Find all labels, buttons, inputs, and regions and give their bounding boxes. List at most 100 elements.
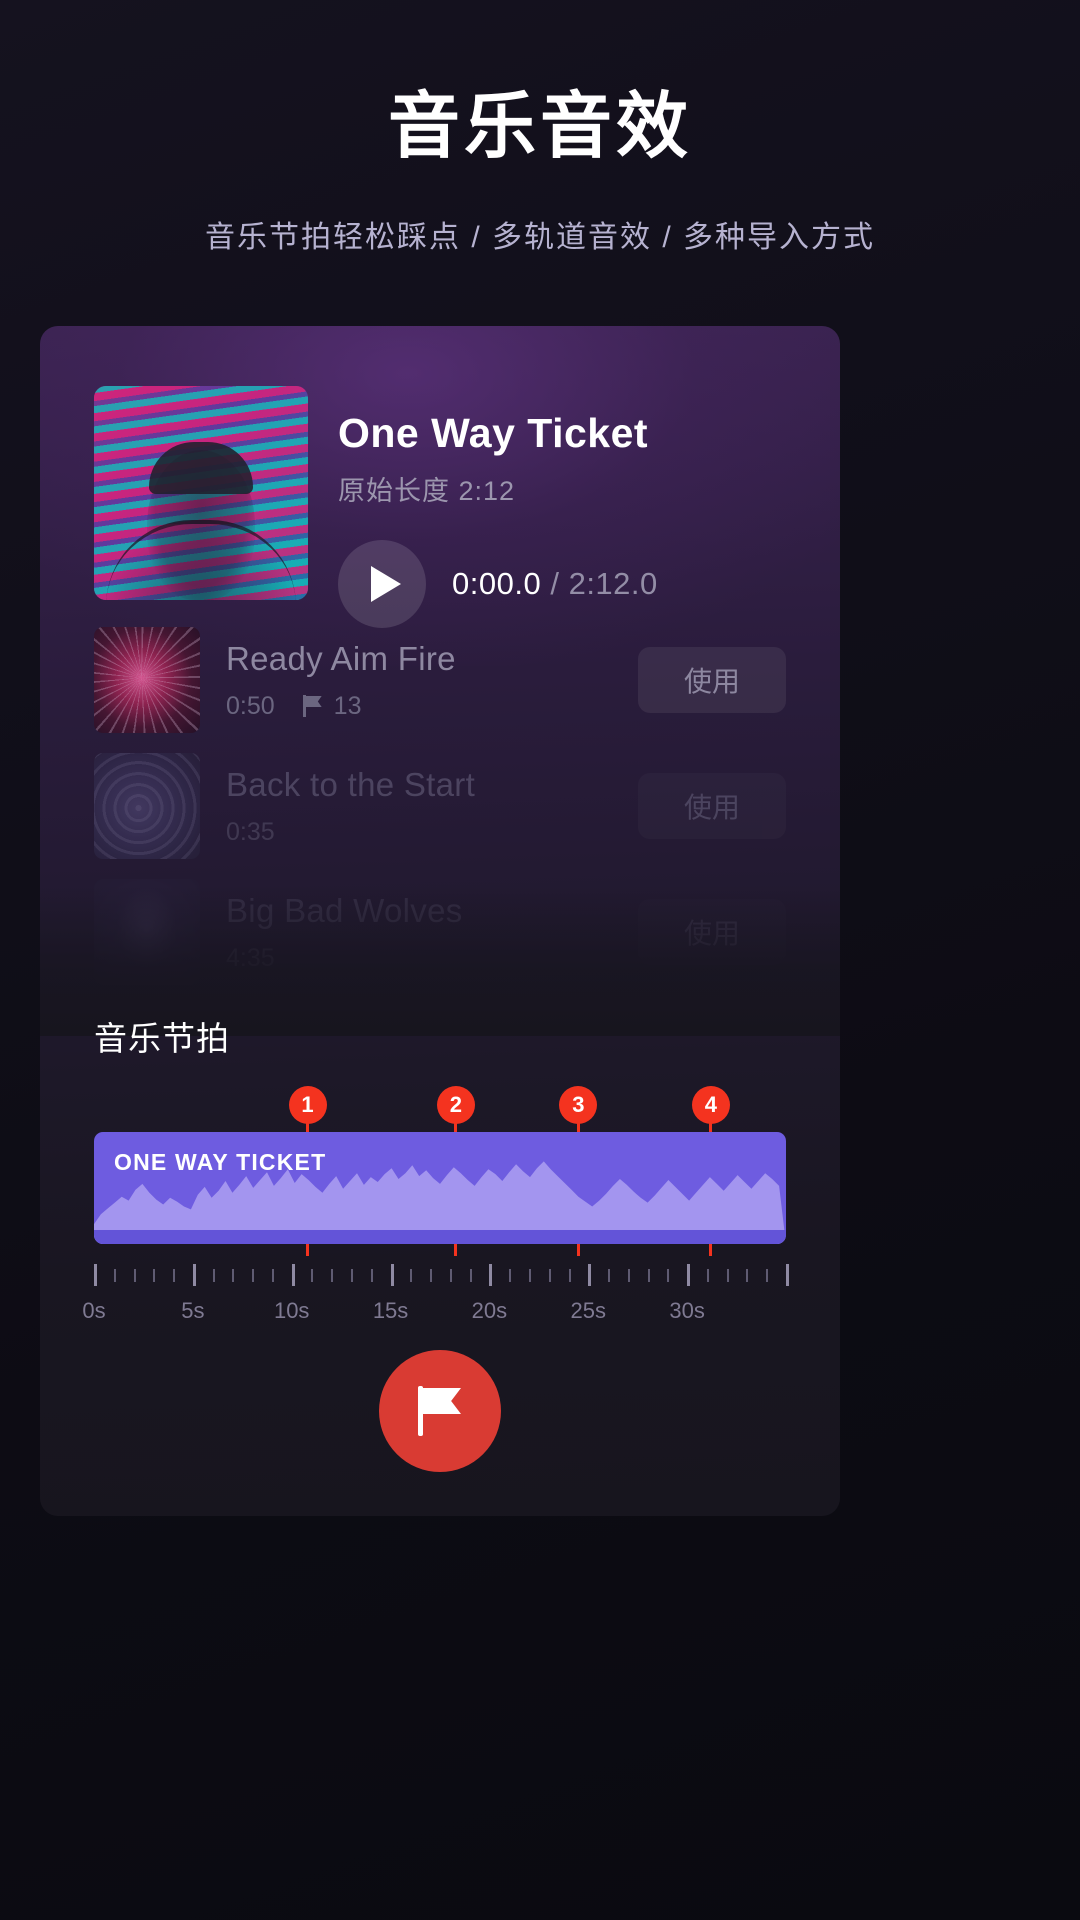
track-meta: 4:35 bbox=[226, 944, 638, 973]
add-beat-button[interactable] bbox=[379, 1350, 501, 1472]
total-time: 2:12.0 bbox=[568, 566, 658, 601]
beat-marker[interactable]: 2 bbox=[436, 1086, 475, 1256]
now-playing-length: 原始长度 2:12 bbox=[338, 476, 516, 506]
ruler-tick bbox=[667, 1269, 670, 1282]
flag-icon bbox=[302, 695, 323, 717]
app-root: 音乐音效 音乐节拍轻松踩点 / 多轨道音效 / 多种导入方式 One Way T… bbox=[0, 0, 1080, 1920]
ruler-tick bbox=[469, 1269, 472, 1282]
ruler-tick bbox=[568, 1269, 571, 1282]
flag-icon bbox=[418, 1386, 462, 1436]
now-playing-meta: One Way Ticket 原始长度 2:12 0:00.0 / 2:12.0 bbox=[338, 386, 658, 628]
ruler-label: 30s bbox=[669, 1298, 705, 1323]
track-duration: 0:50 bbox=[226, 691, 275, 720]
beat-marker[interactable]: 1 bbox=[288, 1086, 327, 1256]
player-controls: 0:00.0 / 2:12.0 bbox=[338, 540, 658, 628]
now-playing-title: One Way Ticket bbox=[338, 410, 649, 456]
track-name: Big Bad Wolves bbox=[226, 891, 463, 929]
track-beat-count: 13 bbox=[333, 691, 362, 720]
ruler-tick bbox=[133, 1269, 136, 1282]
ruler-tick bbox=[706, 1269, 709, 1282]
ruler-tick bbox=[252, 1269, 255, 1282]
ruler-label: 20s bbox=[471, 1298, 508, 1323]
waveform-label: ONE WAY TICKET bbox=[114, 1149, 327, 1175]
beat-editor: 1 2 3 4 ONE WAY TICKET 0s 5s 10s 15s 20s 25s 30s bbox=[82, 1086, 789, 1334]
beats-section-heading: 音乐节拍 bbox=[94, 1020, 230, 1057]
ruler-tick bbox=[647, 1269, 650, 1282]
play-icon bbox=[370, 566, 401, 602]
track-info: Big Bad Wolves 4:35 bbox=[226, 892, 638, 973]
ruler-tick bbox=[608, 1269, 611, 1282]
ruler-tick bbox=[192, 1264, 196, 1286]
ruler-tick bbox=[786, 1264, 789, 1286]
ruler-tick bbox=[232, 1269, 235, 1282]
track-meta: 0:35 bbox=[226, 818, 638, 847]
play-button[interactable] bbox=[338, 540, 426, 628]
ruler-tick bbox=[311, 1269, 314, 1282]
ruler-label: 15s bbox=[372, 1298, 409, 1323]
ruler-tick bbox=[430, 1269, 433, 1282]
ruler-tick bbox=[331, 1269, 334, 1282]
track-thumbnail bbox=[94, 753, 200, 859]
ruler-label: 0s bbox=[82, 1298, 106, 1323]
track-name: Back to the Start bbox=[226, 765, 476, 803]
use-track-button[interactable]: 使用 bbox=[638, 647, 786, 713]
ruler-tick bbox=[509, 1269, 512, 1282]
beat-marker[interactable]: 3 bbox=[559, 1086, 598, 1256]
time-separator: / bbox=[550, 566, 560, 601]
ruler-tick bbox=[687, 1264, 691, 1286]
beat-marker-label: 2 bbox=[436, 1086, 475, 1124]
track-meta: 0:50 13 bbox=[226, 692, 638, 721]
ruler-tick bbox=[528, 1269, 531, 1282]
waveform-baseline bbox=[94, 1230, 786, 1244]
ruler-tick bbox=[113, 1269, 116, 1282]
track-duration: 0:35 bbox=[226, 817, 275, 846]
ruler-tick bbox=[212, 1269, 215, 1282]
track-row[interactable]: Big Bad Wolves 4:35 使用 bbox=[94, 878, 786, 986]
ruler-tick bbox=[351, 1269, 354, 1282]
ruler-tick bbox=[449, 1269, 452, 1282]
current-time: 0:00.0 bbox=[452, 566, 542, 601]
ruler-label: 10s bbox=[273, 1298, 310, 1323]
beat-marker-label: 3 bbox=[559, 1086, 598, 1124]
ruler-label: 25s bbox=[570, 1298, 607, 1323]
page-subtitle: 音乐节拍轻松踩点 / 多轨道音效 / 多种导入方式 bbox=[204, 221, 875, 254]
ruler-tick bbox=[94, 1264, 97, 1286]
track-name: Ready Aim Fire bbox=[226, 639, 456, 677]
now-playing-header: One Way Ticket 原始长度 2:12 0:00.0 / 2:12.0 bbox=[94, 386, 658, 628]
track-info: Back to the Start 0:35 bbox=[226, 766, 638, 847]
use-track-button[interactable]: 使用 bbox=[638, 899, 786, 965]
time-ruler: 0s 5s 10s 15s 20s 25s 30s bbox=[82, 1264, 789, 1334]
page-title: 音乐音效 bbox=[387, 87, 692, 167]
beat-marker[interactable]: 4 bbox=[691, 1086, 730, 1256]
beat-marker-layer: 1 2 3 4 bbox=[94, 1086, 786, 1256]
track-row[interactable]: Ready Aim Fire 0:50 13 使用 bbox=[94, 626, 786, 734]
ruler-tick bbox=[271, 1269, 274, 1282]
ruler-tick bbox=[746, 1269, 749, 1282]
album-art-now-playing bbox=[94, 386, 308, 600]
ruler-tick bbox=[370, 1269, 373, 1282]
ruler-tick bbox=[766, 1269, 769, 1282]
ruler-tick bbox=[548, 1269, 551, 1282]
ruler-tick bbox=[390, 1264, 394, 1286]
beat-marker-label: 1 bbox=[288, 1086, 327, 1124]
playback-time: 0:00.0 / 2:12.0 bbox=[452, 566, 658, 602]
ruler-tick bbox=[588, 1264, 592, 1286]
use-track-button[interactable]: 使用 bbox=[638, 773, 786, 839]
track-thumbnail bbox=[94, 627, 200, 733]
ruler-tick bbox=[726, 1269, 729, 1282]
track-list: Ready Aim Fire 0:50 13 使用 Back to the St… bbox=[94, 626, 786, 1004]
ruler-tick bbox=[291, 1264, 295, 1286]
waveform-track[interactable]: ONE WAY TICKET bbox=[94, 1132, 786, 1244]
ruler-tick bbox=[489, 1264, 493, 1286]
track-row[interactable]: Back to the Start 0:35 使用 bbox=[94, 752, 786, 860]
ruler-tick bbox=[173, 1269, 176, 1282]
track-beat-count-group: 13 bbox=[302, 691, 362, 721]
track-thumbnail bbox=[94, 879, 200, 985]
track-info: Ready Aim Fire 0:50 13 bbox=[226, 640, 638, 721]
ruler-tick bbox=[410, 1269, 413, 1282]
ruler-tick bbox=[627, 1269, 630, 1282]
track-duration: 4:35 bbox=[226, 943, 275, 972]
ruler-tick bbox=[153, 1269, 156, 1282]
beat-marker-label: 4 bbox=[691, 1086, 730, 1124]
ruler-label: 5s bbox=[181, 1298, 205, 1323]
